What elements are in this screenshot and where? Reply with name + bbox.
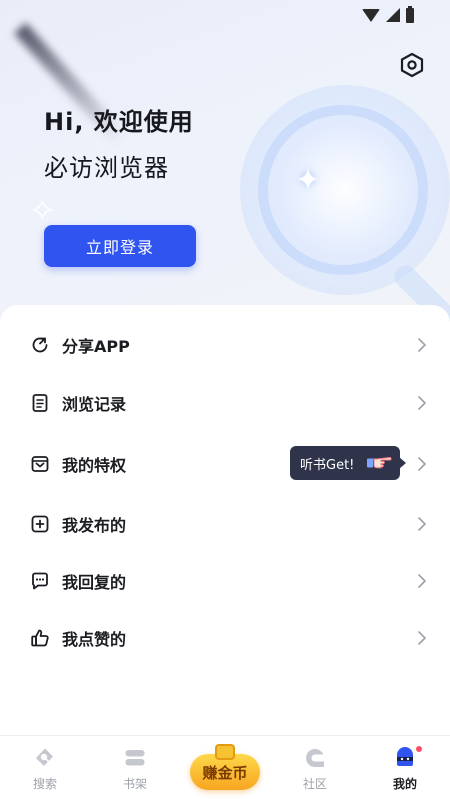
menu-item-my-likes[interactable]: 我点赞的	[0, 614, 450, 662]
signal-icon	[386, 8, 400, 22]
profile-icon	[393, 746, 417, 770]
earn-label: 赚金币	[202, 764, 248, 782]
login-button[interactable]: 立即登录	[44, 225, 196, 267]
chevron-right-icon	[417, 573, 427, 589]
like-icon	[30, 628, 50, 648]
menu-label: 我回复的	[62, 573, 127, 592]
chevron-right-icon	[417, 456, 427, 472]
menu-item-my-posts[interactable]: 我发布的	[0, 500, 450, 548]
menu-label: 分享APP	[62, 337, 130, 356]
tooltip-text: 听书Get!	[300, 457, 355, 473]
notification-dot	[415, 745, 423, 753]
community-icon	[303, 746, 327, 770]
menu-label: 我发布的	[62, 516, 127, 535]
nav-item-community[interactable]: 社区	[285, 736, 345, 799]
battery-icon	[406, 5, 414, 23]
share-icon	[30, 335, 50, 355]
chevron-right-icon	[417, 516, 427, 532]
publish-icon	[30, 514, 50, 534]
settings-hex-icon	[400, 52, 424, 78]
nav-item-search[interactable]: 搜索	[15, 736, 75, 799]
settings-button[interactable]	[398, 51, 426, 79]
nav-label: 我的	[392, 777, 417, 791]
chevron-right-icon	[417, 337, 427, 353]
chevron-right-icon	[417, 395, 427, 411]
audiobook-tooltip[interactable]: 听书Get!	[290, 446, 406, 480]
privilege-icon	[30, 454, 50, 474]
chevron-right-icon	[417, 630, 427, 646]
nav-label: 书架	[122, 777, 147, 791]
nav-item-profile[interactable]: 我的	[375, 736, 435, 799]
search-tag-icon	[33, 746, 57, 770]
earn-coins-button[interactable]: 赚金币	[190, 744, 260, 792]
coin-icon	[215, 744, 235, 760]
greeting-title: Hi, 欢迎使用	[44, 108, 194, 136]
reply-icon	[30, 571, 50, 591]
menu-item-my-replies[interactable]: 我回复的	[0, 557, 450, 605]
app-name: 必访浏览器	[44, 154, 169, 182]
nav-label: 搜索	[32, 777, 57, 791]
pointing-hand-icon	[366, 454, 392, 470]
magnifier-ring	[258, 105, 428, 275]
bookshelf-icon	[123, 746, 147, 770]
status-bar	[362, 5, 414, 24]
menu-item-browsing-history[interactable]: 浏览记录	[0, 379, 450, 427]
hero-banner: ✦ ✧ Hi, 欢迎使用 必访浏览器 立即登录	[0, 0, 450, 330]
nav-item-bookshelf[interactable]: 书架	[105, 736, 165, 799]
menu-label: 我点赞的	[62, 630, 127, 649]
menu-label: 浏览记录	[62, 395, 127, 414]
menu-item-share-app[interactable]: 分享APP	[0, 321, 450, 369]
menu-label: 我的特权	[62, 456, 127, 475]
sparkle-small-icon: ✧	[28, 191, 57, 231]
wifi-icon	[362, 8, 380, 22]
history-icon	[30, 393, 50, 413]
nav-label: 社区	[302, 777, 327, 791]
sparkle-icon: ✦	[295, 163, 321, 198]
bottom-nav: 搜索 书架 赚金币 社区 我的	[0, 735, 450, 799]
